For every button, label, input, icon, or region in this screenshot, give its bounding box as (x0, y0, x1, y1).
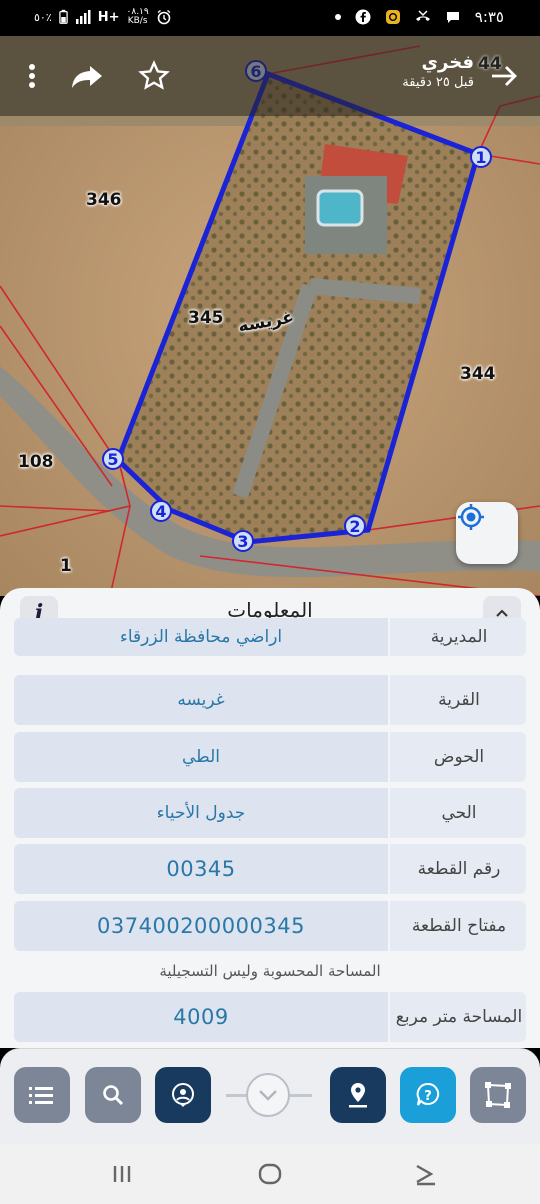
locate-me-button[interactable] (456, 502, 518, 564)
list-icon (29, 1087, 53, 1104)
missed-call-icon (415, 10, 430, 21)
vertex-label: 5 (107, 449, 119, 469)
info-panel: i المعلومات اراضي محافظة الزرقاء المديري… (0, 588, 540, 1048)
star-icon[interactable] (136, 58, 172, 94)
info-row-basin: الطي الحوض (14, 732, 526, 782)
info-row-label: المساحة متر مربع (395, 1007, 523, 1027)
slider-track-left (226, 1094, 248, 1097)
info-row-neighborhood: جدول الأحياء الحي (14, 788, 526, 838)
info-row-value: جدول الأحياء (14, 788, 390, 838)
network-type: H+ (97, 9, 120, 25)
vertex-marker-4[interactable]: 4 (150, 500, 172, 522)
vertex-marker-1[interactable]: 1 (470, 146, 492, 168)
crosshair-icon (458, 504, 484, 530)
help-icon: ? (416, 1082, 440, 1106)
info-row-directorate: اراضي محافظة الزرقاء المديرية (14, 618, 526, 656)
app-screen: ٥٠٪ H+ ٠٨.١٩ KB/s ٩:٣٥ 1 2 3 4 5 346 345… (0, 0, 540, 1204)
chat-icon (446, 12, 459, 23)
parcel-label-1: 1 (60, 556, 72, 576)
app-notification-icon (385, 10, 400, 24)
vertex-label: 3 (237, 531, 249, 551)
map-pin-icon (349, 1083, 367, 1108)
info-row-area: 4009 المساحة متر مربع (14, 992, 526, 1042)
parcel-label-108: 108 (18, 452, 54, 472)
user-location-button[interactable] (155, 1067, 211, 1123)
signal-icon (75, 10, 91, 24)
swimming-pool (316, 189, 364, 227)
map-title-block: فخري قبل ٢٥ دقيقة (402, 52, 474, 90)
info-row-label: القرية (438, 690, 480, 710)
battery-icon (59, 9, 68, 24)
vertex-label: 2 (349, 516, 361, 536)
vertex-marker-5[interactable]: 5 (102, 448, 124, 470)
partial-parcel-label-44: 44 (478, 54, 502, 74)
search-icon (103, 1085, 124, 1106)
system-nav-bar (0, 1144, 540, 1204)
info-row-parcel-number: 00345 رقم القطعة (14, 844, 526, 894)
home-icon[interactable] (254, 1158, 286, 1190)
user-location-icon (172, 1083, 194, 1107)
info-row-parcel-key: 037400200000345 مفتاح القطعة (14, 901, 526, 951)
chevron-down-icon (259, 1090, 277, 1101)
polygon-select-icon (485, 1082, 511, 1108)
status-left: ٥٠٪ H+ ٠٨.١٩ KB/s (34, 8, 172, 26)
network-speed-unit: KB/s (127, 16, 148, 26)
info-row-value: اراضي محافظة الزرقاء (14, 618, 390, 656)
expand-toggle-button[interactable] (246, 1073, 290, 1117)
more-vert-icon[interactable] (14, 58, 50, 94)
share-icon[interactable] (70, 58, 106, 94)
area-note: المساحة المحسوبة وليس التسجيلية (159, 962, 381, 980)
page-title: فخري (421, 52, 474, 73)
info-row-label: رقم القطعة (417, 859, 501, 879)
info-row-label: مفتاح القطعة (411, 916, 507, 936)
page-subtitle: قبل ٢٥ دقيقة (402, 75, 474, 90)
satellite-map[interactable]: 1 2 3 4 5 6 346 345 غريسه 344 108 1 (0, 36, 540, 596)
info-row-value: غريسه (14, 675, 390, 725)
info-row-village: غريسه القرية (14, 675, 526, 725)
help-button[interactable]: ? (400, 1067, 456, 1123)
info-row-label: الحوض (433, 747, 485, 767)
svg-text:?: ? (424, 1089, 432, 1104)
facebook-icon (355, 9, 371, 25)
battery-percent: ٥٠٪ (34, 10, 52, 24)
network-speed: ٠٨.١٩ KB/s (127, 8, 149, 26)
info-row-label: المديرية (430, 627, 488, 647)
status-right: ٩:٣٥ (334, 8, 504, 26)
parcel-label-344: 344 (460, 364, 496, 384)
info-row-value: 037400200000345 (14, 901, 390, 951)
parcel-label-345: 345 (188, 308, 224, 328)
vertex-marker-3[interactable]: 3 (232, 530, 254, 552)
vertex-label: 1 (475, 147, 487, 167)
status-bar: ٥٠٪ H+ ٠٨.١٩ KB/s ٩:٣٥ (0, 0, 540, 36)
alarm-icon (157, 9, 171, 25)
info-row-value: الطي (14, 732, 390, 782)
info-row-label: الحي (441, 803, 477, 823)
back-icon[interactable] (410, 1158, 442, 1190)
polygon-select-button[interactable] (470, 1067, 526, 1123)
map-pin-button[interactable] (330, 1067, 386, 1123)
parcel-label-346: 346 (86, 190, 122, 210)
search-button[interactable] (85, 1067, 141, 1123)
info-row-value: 00345 (14, 844, 390, 894)
info-row-value: 4009 (14, 992, 390, 1042)
notification-dot-icon (334, 14, 341, 20)
vertex-label: 4 (155, 501, 167, 521)
slider-track-right (290, 1094, 312, 1097)
list-button[interactable] (14, 1067, 70, 1123)
chevron-up-icon (496, 609, 508, 617)
vertex-marker-2[interactable]: 2 (344, 515, 366, 537)
recent-apps-icon[interactable] (106, 1158, 138, 1190)
clock: ٩:٣٥ (474, 8, 504, 26)
bottom-action-bar: ? (0, 1048, 540, 1144)
